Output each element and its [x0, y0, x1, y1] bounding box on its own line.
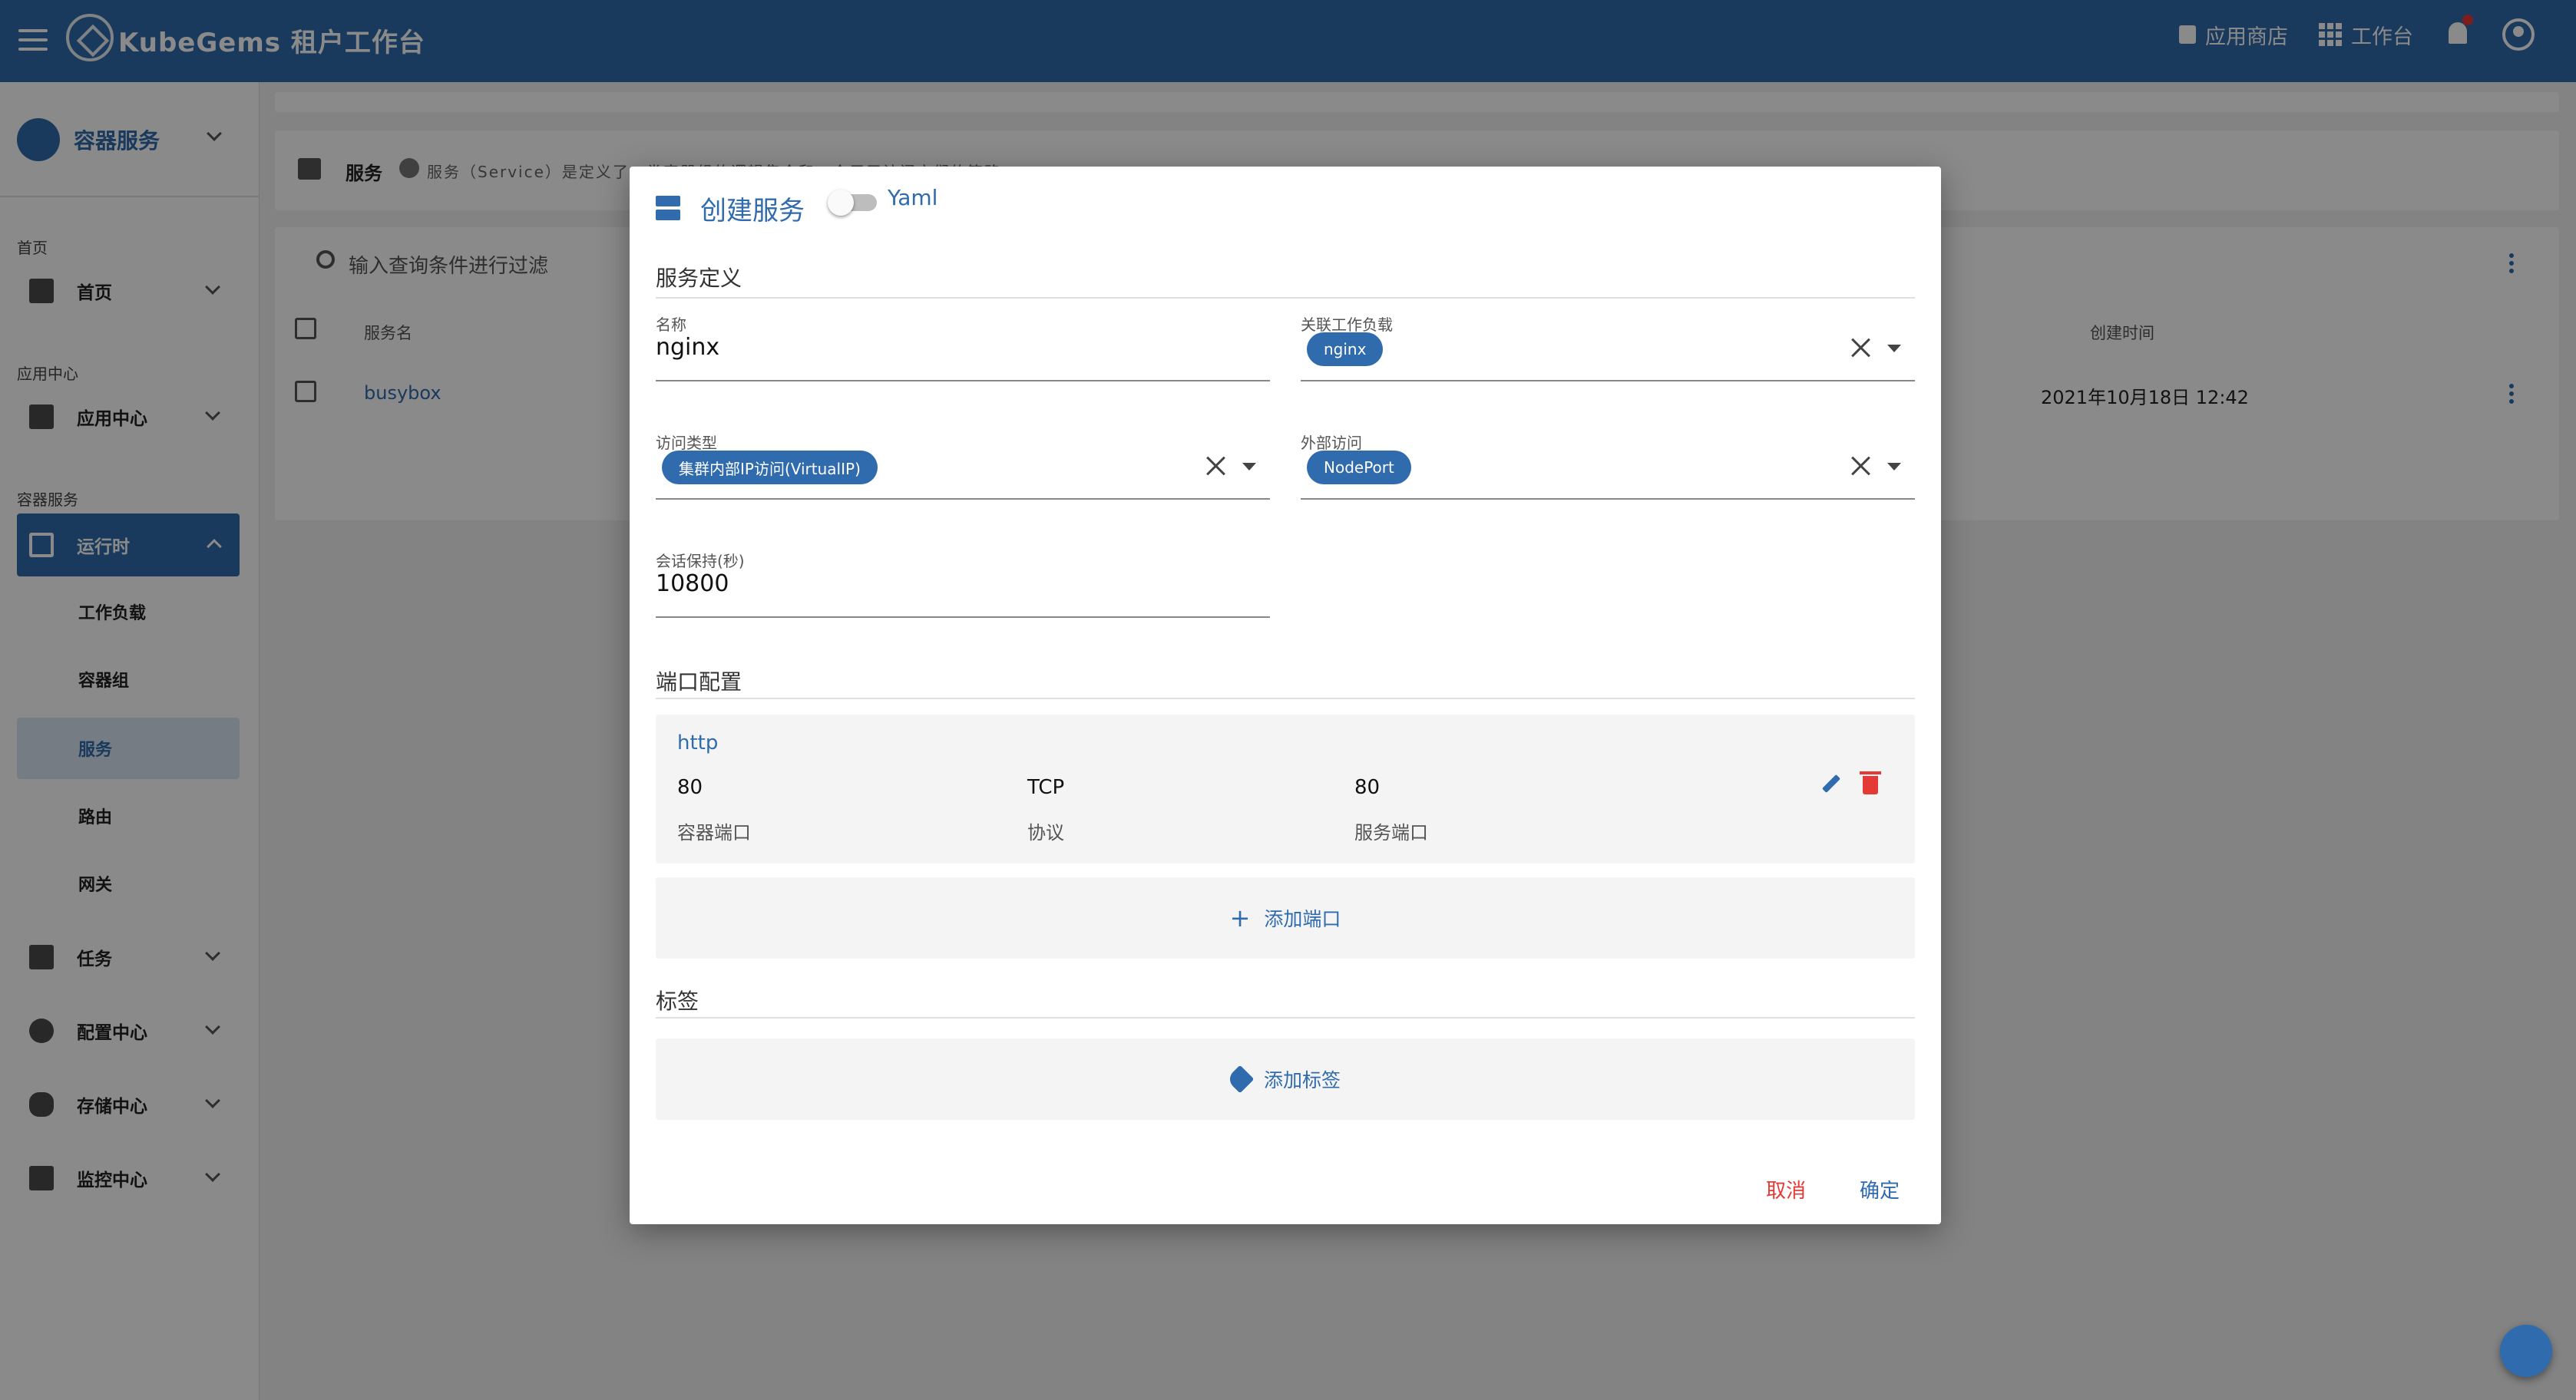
port-item: http 80 容器端口 TCP 协议 80 服务端口: [656, 715, 1915, 863]
add-label-label: 添加标签: [1263, 1069, 1341, 1091]
session-affinity-field[interactable]: 会话保持(秒) 10800: [656, 549, 1270, 618]
dialog-title-label: 创建服务: [700, 195, 805, 226]
workload-select[interactable]: 关联工作负载 nginx: [1301, 312, 1915, 381]
divider: [656, 1017, 1915, 1019]
external-access-select[interactable]: 外部访问 NodePort: [1301, 431, 1915, 500]
dialog-title: 创建服务: [656, 185, 805, 231]
add-label-button[interactable]: 添加标签: [656, 1038, 1915, 1120]
dropdown-arrow-icon[interactable]: [1887, 463, 1901, 471]
yaml-toggle-label: Yaml: [888, 185, 938, 210]
divider: [656, 297, 1915, 299]
service-port-value: 80: [1354, 776, 1381, 799]
tag-plus-icon: [1225, 1065, 1255, 1094]
dropdown-arrow-icon[interactable]: [1887, 345, 1901, 352]
section-port-config: 端口配置: [656, 669, 742, 695]
clear-icon[interactable]: [1849, 454, 1873, 478]
name-field-label: 名称: [656, 315, 686, 334]
port-name: http: [677, 731, 719, 754]
service-icon: [656, 196, 680, 220]
clear-icon[interactable]: [1849, 335, 1873, 360]
session-affinity-label: 会话保持(秒): [656, 552, 745, 570]
confirm-button[interactable]: 确定: [1860, 1175, 1900, 1204]
add-port-label: 添加端口: [1264, 908, 1341, 930]
session-affinity-value: 10800: [656, 570, 729, 597]
external-access-chip[interactable]: NodePort: [1307, 451, 1411, 484]
yaml-toggle[interactable]: [828, 188, 878, 216]
clear-icon[interactable]: [1204, 454, 1228, 478]
edit-pencil-icon[interactable]: [1821, 774, 1841, 794]
service-port-label: 服务端口: [1354, 822, 1428, 844]
protocol-value: TCP: [1027, 776, 1065, 799]
access-type-label: 访问类型: [656, 434, 717, 452]
section-labels: 标签: [656, 989, 699, 1014]
container-port-value: 80: [677, 776, 703, 799]
container-port-label: 容器端口: [677, 822, 751, 844]
protocol-label: 协议: [1027, 822, 1064, 844]
external-access-label: 外部访问: [1301, 434, 1362, 452]
access-type-chip[interactable]: 集群内部IP访问(VirtualIP): [662, 451, 878, 484]
workload-select-label: 关联工作负载: [1301, 315, 1393, 334]
name-field[interactable]: 名称 nginx: [656, 312, 1270, 381]
add-port-button[interactable]: + 添加端口: [656, 877, 1915, 959]
create-service-dialog: 创建服务 Yaml 服务定义 名称 nginx 关联工作负载 nginx 访问类…: [630, 167, 1941, 1224]
divider: [656, 698, 1915, 699]
access-type-select[interactable]: 访问类型 集群内部IP访问(VirtualIP): [656, 431, 1270, 500]
plus-icon: +: [1229, 903, 1251, 933]
dropdown-arrow-icon[interactable]: [1242, 463, 1256, 471]
delete-trash-icon[interactable]: [1860, 771, 1881, 794]
workload-chip[interactable]: nginx: [1307, 332, 1384, 366]
name-field-value: nginx: [656, 334, 720, 361]
cancel-button[interactable]: 取消: [1766, 1175, 1806, 1204]
section-service-definition: 服务定义: [656, 266, 742, 291]
wrench-fab-button[interactable]: [2500, 1325, 2552, 1377]
